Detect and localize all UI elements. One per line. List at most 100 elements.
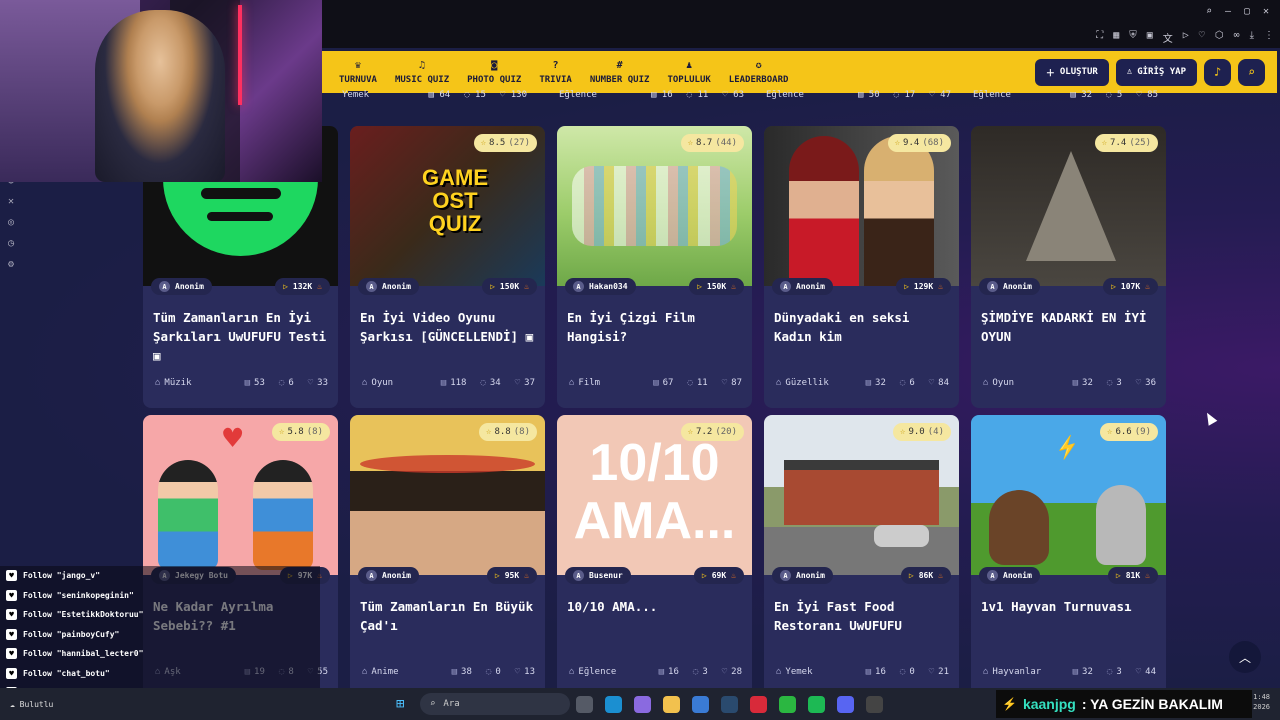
search-icon[interactable]: ⌕ (1206, 6, 1217, 17)
discord-app-icon[interactable] (837, 695, 854, 713)
grid-icon[interactable]: ▦ (1113, 30, 1119, 45)
puzzle-icon[interactable]: ⬡ (1215, 30, 1224, 45)
question-count-value: 53 (254, 378, 265, 388)
settings-icon[interactable]: ⚙ (8, 259, 14, 270)
nav-item-6[interactable]: ✪ LEADERBOARD (720, 51, 798, 93)
play-count-badge: ▷ 81K ♨ (1107, 567, 1158, 584)
close-icon[interactable]: ✕ (1263, 6, 1274, 17)
search-button[interactable]: ⌕ (1238, 58, 1265, 86)
quiz-title[interactable]: ŞİMDİYE KADARKİ EN İYİ OYUN (981, 308, 1159, 346)
author-badge[interactable]: A Anonim (979, 278, 1040, 295)
heart-icon[interactable]: ♡ (1199, 30, 1205, 45)
screenshot-icon[interactable]: ⛶ (1096, 30, 1103, 45)
weather-widget[interactable]: ☁ Bulutlu (10, 700, 53, 709)
nav-item-4[interactable]: # NUMBER QUIZ (581, 51, 659, 93)
comment-icon: ◌ (485, 667, 492, 677)
taskview-icon[interactable] (576, 695, 593, 713)
quiz-title[interactable]: En İyi Video Oyunu Şarkısı [GÜNCELLENDİ]… (360, 308, 538, 346)
quiz-card[interactable]: GAME OST QUIZ ☆ 8.5 (27) A Anonim ▷ 150K ♨ En… (350, 126, 545, 408)
quiz-card[interactable]: ☆ 7.4 (25) A Anonim ▷ 107K ♨ ŞİMDİYE KADARKİ … (971, 126, 1166, 408)
create-button[interactable]: ＋ OLUŞTUR (1034, 58, 1109, 86)
nav-item-1[interactable]: ♫ MUSIC QUIZ (386, 51, 458, 93)
nav-item-0[interactable]: ♛ TURNUVA (330, 51, 386, 93)
author-badge[interactable]: A Busenur (565, 567, 631, 584)
clock-icon[interactable]: ◷ (8, 238, 14, 249)
quiz-title[interactable]: En İyi Çizgi Film Hangisi? (567, 308, 745, 346)
category-tag[interactable]: ⌂ Güzellik (776, 378, 852, 388)
notification-button[interactable]: ♪ (1204, 58, 1231, 86)
play-count-badge: ▷ 86K ♨ (900, 567, 951, 584)
scroll-to-top-button[interactable]: ︿ (1229, 641, 1261, 673)
chevron-up-icon: ︿ (1238, 650, 1251, 665)
author-badge[interactable]: A Hakan034 (565, 278, 636, 295)
steam-icon[interactable] (721, 695, 738, 713)
author-badge[interactable]: A Anonim (358, 567, 419, 584)
quiz-title[interactable]: Tüm Zamanların En Büyük Çad'ı (360, 597, 538, 635)
quiz-title[interactable]: 1v1 Hayvan Turnuvası (981, 597, 1159, 616)
author-badge[interactable]: A Anonim (151, 278, 212, 295)
quiz-title[interactable]: 10/10 AMA... (567, 597, 745, 616)
create-label: OLUŞTUR (1059, 67, 1098, 77)
award-icon: ✪ (755, 59, 762, 71)
author-badge[interactable]: A Anonim (772, 278, 833, 295)
minimize-icon[interactable]: – (1225, 6, 1236, 17)
opera-icon[interactable] (750, 695, 767, 713)
category-tag[interactable]: ⌂ Oyun (983, 378, 1059, 388)
category-tag[interactable]: ⌂ Müzik (155, 378, 231, 388)
quiz-card[interactable]: ☆ 9.4 (68) A Anonim ▷ 129K ♨ Dünyadaki en sek… (764, 126, 959, 408)
question-count: ▤ 32 (866, 378, 886, 388)
whatsapp-app-icon[interactable] (779, 695, 796, 713)
menu-icon[interactable]: ⋮ (1264, 30, 1274, 45)
camera-icon: ◙ (491, 59, 498, 71)
like-count-value: 47 (940, 90, 951, 100)
category-tag[interactable]: ⌂ Film (569, 378, 639, 388)
quiz-card[interactable]: ☆ 8.7 (44) A Hakan034 ▷ 150K ♨ En İyi Çizgi F… (557, 126, 752, 408)
folder-icon[interactable] (663, 695, 680, 713)
rating-badge: ☆ 9.0 (4) (893, 423, 951, 441)
play-count-badge: ▷ 150K ♨ (689, 278, 744, 295)
discord-icon[interactable]: ◎ (8, 217, 14, 228)
copilot-icon[interactable] (634, 695, 651, 713)
obs-icon[interactable] (866, 695, 883, 713)
store-icon[interactable] (692, 695, 709, 713)
quiz-card[interactable]: ⚡ ☆ 6.6 (9) A Anonim ▷ 81K ♨ 1v1 Hayvan Turnu… (971, 415, 1166, 697)
nav-item-2[interactable]: ◙ PHOTO QUIZ (458, 51, 530, 93)
edge-icon[interactable] (605, 695, 622, 713)
quiz-card[interactable]: ☆ 9.0 (4) A Anonim ▷ 86K ♨ En İyi Fast Food R… (764, 415, 959, 697)
translate-icon[interactable]: 文 (1163, 30, 1173, 45)
shield-icon[interactable]: ⛨ (1129, 30, 1137, 45)
author-badge[interactable]: A Anonim (979, 567, 1040, 584)
author-badge[interactable]: A Anonim (772, 567, 833, 584)
play-icon[interactable]: ▷ (1183, 30, 1189, 45)
taskbar-search[interactable]: ⌕ Ara (420, 693, 570, 715)
quiz-title[interactable]: Dünyadaki en seksi Kadın kim (774, 308, 952, 346)
nav-item-5[interactable]: ♟ TOPLULUK (658, 51, 719, 93)
nav-item-label: LEADERBOARD (728, 74, 789, 85)
category-tag[interactable]: ⌂ Oyun (362, 378, 427, 388)
extension-icon[interactable]: ▣ (1147, 30, 1153, 45)
maximize-icon[interactable]: ▢ (1244, 6, 1255, 17)
start-button[interactable]: ⊞ (396, 696, 404, 712)
login-button[interactable]: ♙ GİRİŞ YAP (1115, 58, 1197, 86)
download-icon[interactable]: ⤓ (1250, 30, 1254, 45)
category-tag[interactable]: ⌂ Yemek (776, 667, 852, 677)
quiz-card[interactable]: ☆ 8.8 (8) A Anonim ▷ 95K ♨ Tüm Zamanların En … (350, 415, 545, 697)
author-badge[interactable]: A Anonim (358, 278, 419, 295)
webcam-overlay (0, 0, 322, 182)
category-tag[interactable]: ⌂ Anime (362, 667, 438, 677)
spotify-app-icon[interactable] (808, 695, 825, 713)
quiz-card[interactable]: 10/10 AMA... ☆ 7.2 (20) A Busenur ▷ 69K ♨ 10/1… (557, 415, 752, 697)
category-tag[interactable]: ⌂ Eğlence (569, 667, 645, 677)
comment-count: ◌ 0 (486, 667, 501, 677)
x-icon[interactable]: ✕ (8, 196, 14, 207)
question-count-value: 32 (1081, 90, 1093, 100)
music-icon: ♫ (419, 59, 426, 71)
nav-item-3[interactable]: ? TRIVIA (530, 51, 581, 93)
quiz-title[interactable]: Tüm Zamanların En İyi Şarkıları UwUFUFU … (153, 308, 331, 365)
question-count: ▤ 16 (866, 667, 886, 677)
quiz-title[interactable]: En İyi Fast Food Restoranı UwUFUFU (774, 597, 952, 635)
cloud-icon: ☁ (10, 699, 15, 709)
link-icon[interactable]: ∞ (1234, 30, 1240, 45)
question-count-value: 38 (461, 667, 472, 677)
category-tag[interactable]: ⌂ Hayvanlar (983, 667, 1059, 677)
